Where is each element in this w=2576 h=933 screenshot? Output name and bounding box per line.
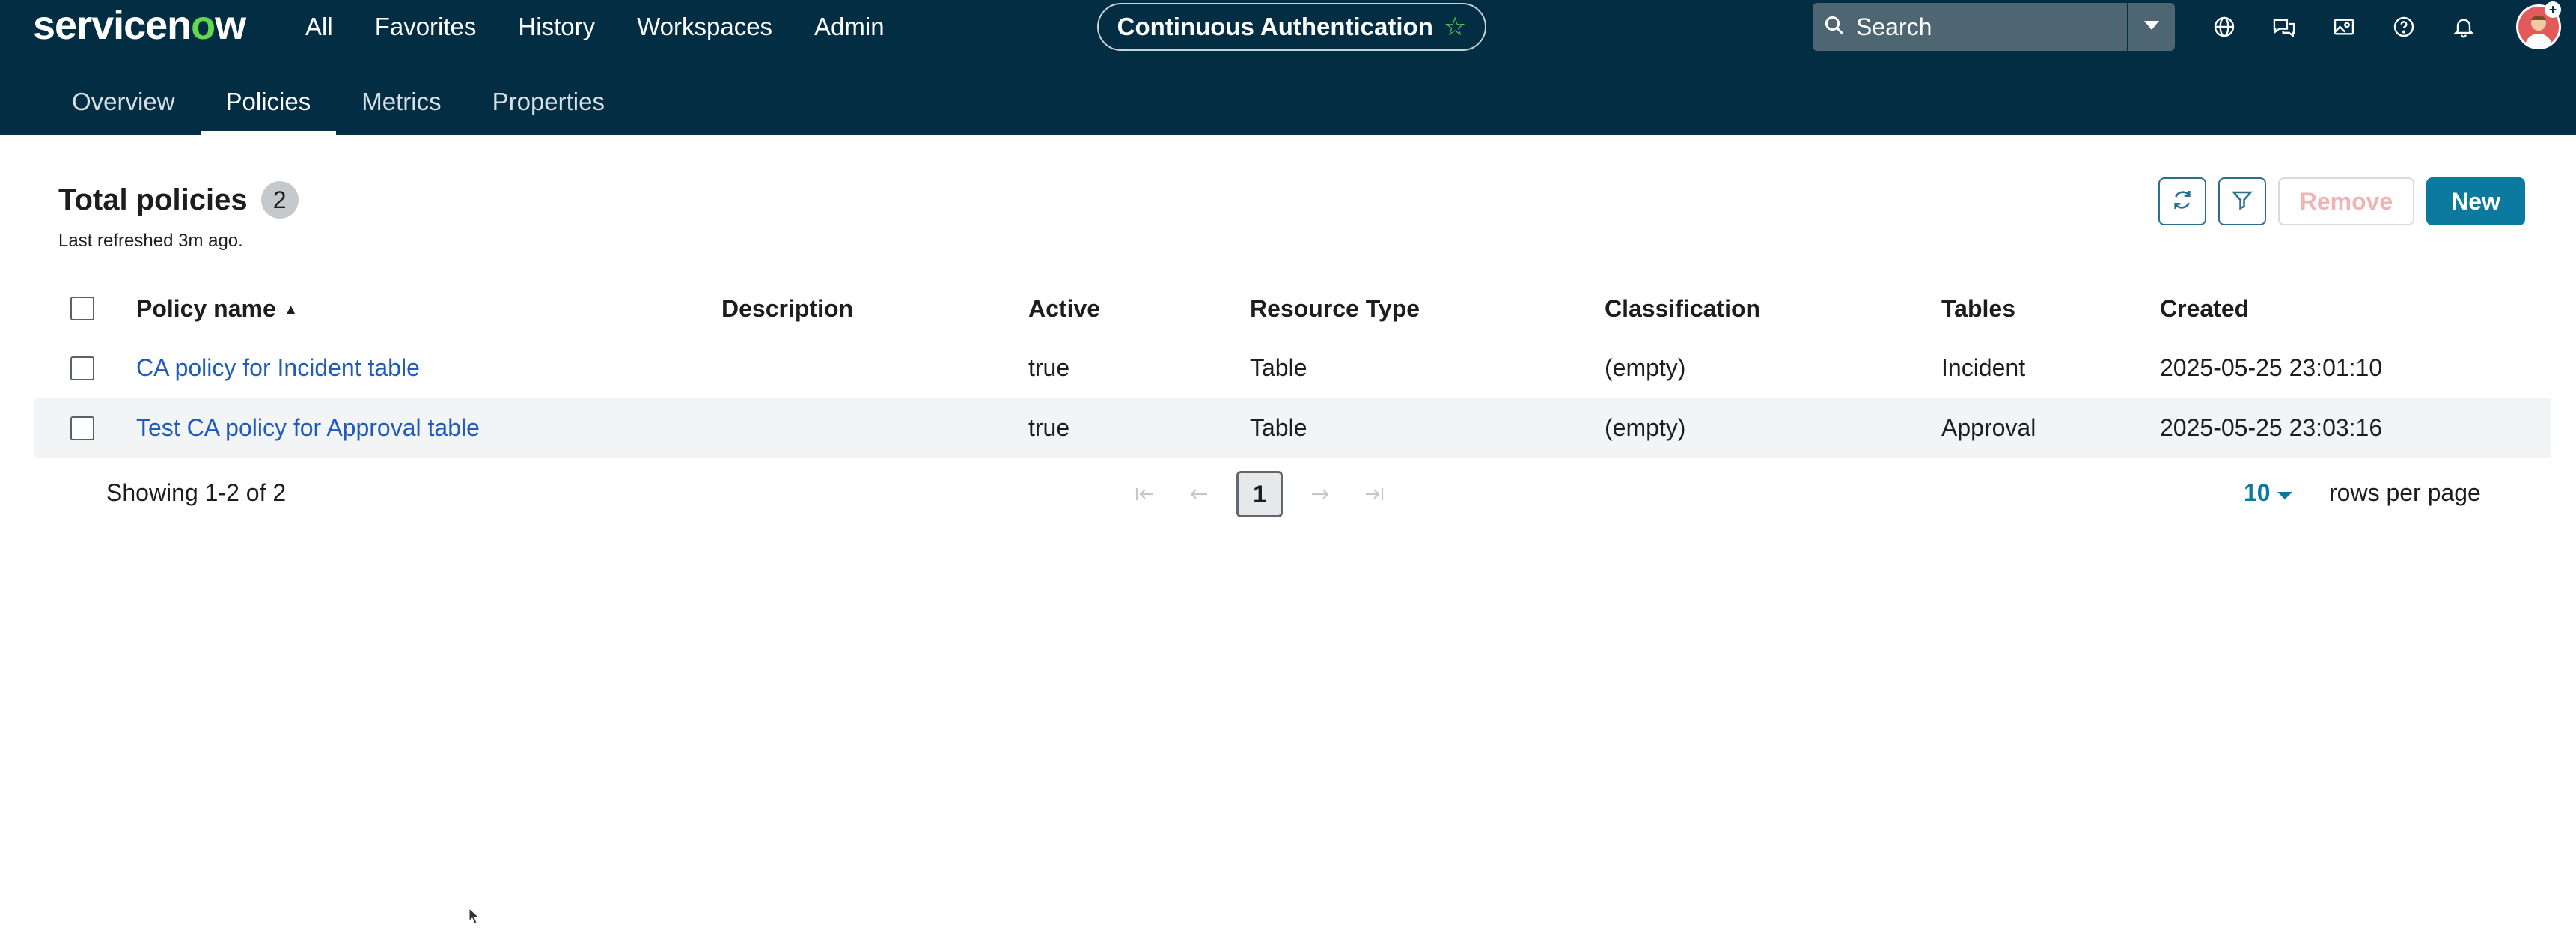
last-page-icon[interactable] xyxy=(1358,478,1391,511)
nav-history[interactable]: History xyxy=(518,13,595,41)
first-page-icon[interactable] xyxy=(1129,478,1162,511)
star-outline-icon[interactable]: ☆ xyxy=(1444,12,1466,42)
new-button[interactable]: New xyxy=(2426,177,2525,225)
pagination: 1 xyxy=(1129,470,1391,518)
rows-per-page-label: rows per page xyxy=(2329,479,2481,506)
list-actions: Remove New xyxy=(2158,177,2525,226)
count-badge: 2 xyxy=(260,181,299,219)
nav-admin[interactable]: Admin xyxy=(814,13,885,41)
main-nav: All Favorites History Workspaces Admin xyxy=(305,0,927,54)
remove-button[interactable]: Remove xyxy=(2278,177,2414,225)
cell-created: 2025-05-25 23:03:16 xyxy=(2160,414,2383,441)
column-header-resource-type[interactable]: Resource Type xyxy=(1250,295,1420,323)
tab-policies[interactable]: Policies xyxy=(200,69,337,135)
select-all-checkbox[interactable] xyxy=(70,297,94,320)
table-row: Test CA policy for Approval table true T… xyxy=(34,398,2551,458)
cell-tables: Incident xyxy=(1941,354,2026,381)
column-header-created[interactable]: Created xyxy=(2160,295,2249,323)
cell-resource-type: Table xyxy=(1250,414,1307,441)
row-checkbox[interactable] xyxy=(70,356,94,380)
tab-properties[interactable]: Properties xyxy=(467,69,630,135)
workspace-tabs: Overview Policies Metrics Properties xyxy=(46,69,630,135)
column-header-policy-name[interactable]: Policy name ▲ xyxy=(136,295,299,323)
table-header-row: Policy name ▲ Description Active Resource… xyxy=(34,279,2551,338)
list-title-row: Total policies 2 xyxy=(58,181,299,219)
column-header-tables[interactable]: Tables xyxy=(1941,295,2015,323)
cell-classification: (empty) xyxy=(1605,414,1686,441)
policy-name-link[interactable]: CA policy for Incident table xyxy=(136,354,420,382)
previous-page-icon[interactable] xyxy=(1182,478,1215,511)
cell-classification: (empty) xyxy=(1605,354,1686,381)
bell-icon[interactable] xyxy=(2447,10,2480,43)
logo-text-prefix: servicen xyxy=(33,3,192,48)
current-page-button[interactable]: 1 xyxy=(1236,471,1283,517)
nav-all[interactable]: All xyxy=(305,13,333,41)
top-header: servicen o w All Favorites History Workspa… xyxy=(0,0,2576,135)
filter-icon xyxy=(2231,189,2253,215)
tab-overview[interactable]: Overview xyxy=(46,69,201,135)
refresh-button[interactable] xyxy=(2158,177,2206,225)
tab-metrics[interactable]: Metrics xyxy=(336,69,466,135)
servicenow-logo[interactable]: servicen o w xyxy=(33,1,246,49)
table-row: CA policy for Incident table true Table … xyxy=(34,338,2551,398)
nav-workspaces[interactable]: Workspaces xyxy=(637,13,772,41)
search-input[interactable] xyxy=(1856,13,2103,41)
chat-icon[interactable] xyxy=(2268,10,2301,43)
mouse-pointer-icon xyxy=(468,907,480,928)
column-header-active[interactable]: Active xyxy=(1028,295,1100,323)
next-page-icon[interactable] xyxy=(1304,478,1337,511)
global-search xyxy=(1813,3,2127,51)
cell-active: true xyxy=(1028,414,1070,441)
rows-per-page-select[interactable]: 10 xyxy=(2244,479,2293,507)
rows-per-page-value: 10 xyxy=(2244,479,2271,506)
logo-text-suffix: w xyxy=(215,3,246,48)
policies-table: Policy name ▲ Description Active Resource… xyxy=(34,279,2551,458)
column-header-classification[interactable]: Classification xyxy=(1605,295,1760,323)
search-icon xyxy=(1823,14,1846,40)
logo-o: o xyxy=(191,3,216,48)
cell-tables: Approval xyxy=(1941,414,2036,441)
context-title-pill[interactable]: Continuous Authentication ☆ xyxy=(1097,3,1486,51)
nav-favorites[interactable]: Favorites xyxy=(375,13,477,41)
avatar-add-badge: + xyxy=(2545,1,2561,18)
filter-button[interactable] xyxy=(2218,177,2266,225)
search-scope-dropdown[interactable] xyxy=(2128,3,2175,51)
row-checkbox[interactable] xyxy=(70,416,94,440)
globe-icon[interactable] xyxy=(2208,10,2241,43)
context-title: Continuous Authentication xyxy=(1117,13,1433,40)
cell-created: 2025-05-25 23:01:10 xyxy=(2160,354,2383,381)
column-header-description[interactable]: Description xyxy=(721,295,853,323)
cell-active: true xyxy=(1028,354,1070,381)
showing-count: Showing 1-2 of 2 xyxy=(106,479,287,506)
sort-ascending-icon: ▲ xyxy=(283,301,299,318)
column-header-label: Policy name xyxy=(136,294,276,322)
last-refreshed-text: Last refreshed 3m ago. xyxy=(58,231,243,251)
cell-resource-type: Table xyxy=(1250,354,1307,381)
policy-name-link[interactable]: Test CA policy for Approval table xyxy=(136,414,480,442)
help-icon[interactable] xyxy=(2387,10,2420,43)
refresh-icon xyxy=(2170,188,2194,216)
page-title: Total policies xyxy=(58,183,248,216)
image-card-icon[interactable] xyxy=(2328,10,2360,43)
caret-down-icon xyxy=(2277,479,2293,507)
header-icons xyxy=(2208,3,2480,51)
caret-down-icon xyxy=(2143,20,2161,34)
